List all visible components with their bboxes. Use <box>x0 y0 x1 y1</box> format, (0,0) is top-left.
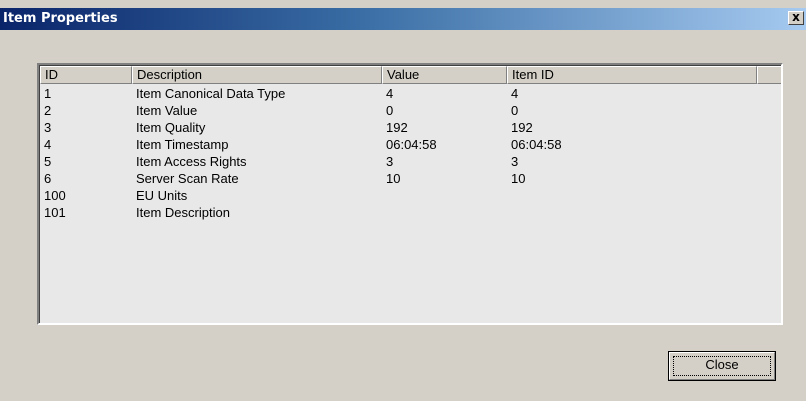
cell-value: 06:04:58 <box>386 137 437 152</box>
cell-value: 3 <box>386 154 394 169</box>
table-row[interactable]: 101 Item Description <box>40 204 780 221</box>
column-header-filler <box>757 66 781 84</box>
list-header: ID Description Value Item ID <box>40 66 781 84</box>
cell-id: 6 <box>44 171 52 186</box>
table-row[interactable]: 4 Item Timestamp 06:04:58 06:04:58 <box>40 136 780 153</box>
cell-item-id: 06:04:58 <box>511 137 562 152</box>
cell-id: 3 <box>44 120 52 135</box>
cell-value: 4 <box>386 86 394 101</box>
cell-description: Item Canonical Data Type <box>136 86 286 101</box>
cell-description: Item Value <box>136 103 198 118</box>
cell-item-id: 0 <box>511 103 519 118</box>
title-bar[interactable]: Item Properties x <box>0 8 806 30</box>
cell-id: 1 <box>44 86 52 101</box>
cell-item-id: 4 <box>511 86 519 101</box>
cell-value: 10 <box>386 171 401 186</box>
cell-id: 101 <box>44 205 66 220</box>
window-title: Item Properties <box>3 11 118 26</box>
cell-value <box>382 204 507 221</box>
cell-id: 100 <box>44 188 66 203</box>
table-row[interactable]: 6 Server Scan Rate 10 10 <box>40 170 780 187</box>
column-header-item-id[interactable]: Item ID <box>507 66 757 84</box>
cell-item-id <box>507 204 757 221</box>
item-properties-list[interactable]: ID Description Value Item ID 1 Item Cano… <box>37 63 783 325</box>
close-window-icon[interactable]: x <box>788 11 804 25</box>
table-row[interactable]: 3 Item Quality 192 192 <box>40 119 780 136</box>
list-rows: 1 Item Canonical Data Type 4 4 2 Item Va… <box>40 85 780 221</box>
table-row[interactable]: 100 EU Units <box>40 187 780 204</box>
column-header-id[interactable]: ID <box>40 66 132 84</box>
table-row[interactable]: 1 Item Canonical Data Type 4 4 <box>40 85 780 102</box>
cell-item-id: 10 <box>511 171 526 186</box>
column-header-description[interactable]: Description <box>132 66 382 84</box>
item-properties-dialog: Item Properties x ID Description Value I… <box>0 0 806 401</box>
cell-description: Item Timestamp <box>136 137 229 152</box>
cell-description: Item Description <box>136 205 230 220</box>
cell-id: 5 <box>44 154 52 169</box>
table-row[interactable]: 5 Item Access Rights 3 3 <box>40 153 780 170</box>
cell-id: 4 <box>44 137 52 152</box>
cell-id: 2 <box>44 103 52 118</box>
cell-description: Server Scan Rate <box>136 171 239 186</box>
cell-item-id: 3 <box>511 154 519 169</box>
cell-description: Item Access Rights <box>136 154 247 169</box>
cell-value: 0 <box>386 103 394 118</box>
table-row[interactable]: 2 Item Value 0 0 <box>40 102 780 119</box>
cell-description: Item Quality <box>136 120 206 135</box>
cell-item-id: 192 <box>511 120 533 135</box>
column-header-value[interactable]: Value <box>382 66 507 84</box>
list-frame: ID Description Value Item ID 1 Item Cano… <box>39 65 781 323</box>
cell-value <box>382 187 507 204</box>
cell-value: 192 <box>386 120 408 135</box>
close-button-label: Close <box>705 357 739 372</box>
cell-item-id <box>507 187 757 204</box>
cell-description: EU Units <box>136 188 188 203</box>
close-button[interactable]: Close <box>668 351 776 381</box>
